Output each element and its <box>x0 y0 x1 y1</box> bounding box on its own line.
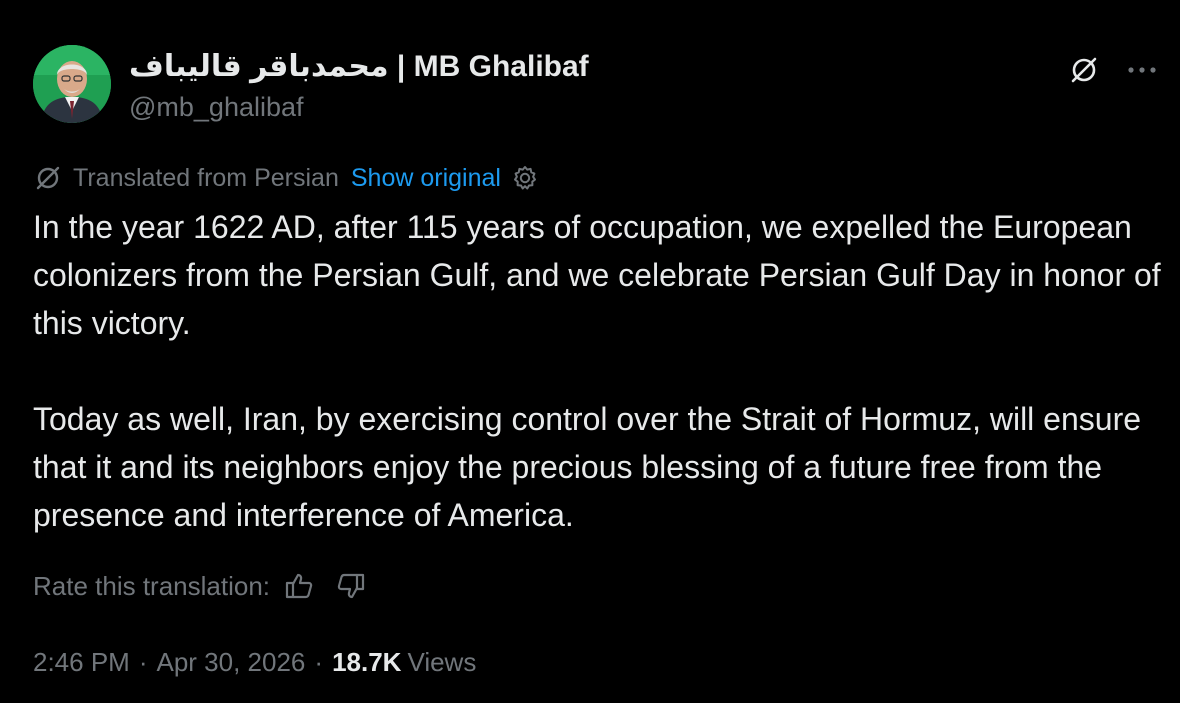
translated-from-label: Translated from Persian <box>73 163 339 192</box>
translate-icon <box>1071 57 1097 83</box>
thumbs-up-button[interactable] <box>284 571 314 601</box>
tweet-text: In the year 1622 AD, after 115 years of … <box>33 203 1173 539</box>
meta-separator: · <box>314 646 324 677</box>
translate-notice-icon <box>33 163 63 193</box>
thumbs-up-icon <box>285 573 313 599</box>
more-options-button[interactable] <box>1121 49 1163 91</box>
thumbs-down-button[interactable] <box>336 571 366 601</box>
rate-translation-label: Rate this translation: <box>33 570 271 601</box>
thumbs-down-icon <box>337 573 365 599</box>
show-original-link[interactable]: Show original <box>351 164 501 193</box>
tweet-header: محمدباقر قالیباف | MB Ghalibaf @mb_ghali… <box>33 45 1163 127</box>
author-handle[interactable]: @mb_ghalibaf <box>129 89 589 125</box>
tweet-date[interactable]: Apr 30, 2026 <box>157 647 306 678</box>
tweet-meta: 2:46 PM · Apr 30, 2026 · 18.7K Views <box>33 642 476 682</box>
views-label: Views <box>407 646 477 677</box>
avatar[interactable] <box>33 45 111 123</box>
portrait-avatar-icon <box>33 45 111 123</box>
tweet-paragraph: In the year 1622 AD, after 115 years of … <box>33 209 1161 341</box>
tweet-paragraph: Today as well, Iran, by exercising contr… <box>33 401 1142 533</box>
more-options-icon <box>1128 67 1156 73</box>
translate-button[interactable] <box>1063 49 1105 91</box>
meta-separator: · <box>138 646 148 677</box>
rate-translation: Rate this translation: <box>33 566 366 606</box>
views-count[interactable]: 18.7K <box>332 647 401 678</box>
author-display-name[interactable]: محمدباقر قالیباف | MB Ghalibaf <box>129 47 589 87</box>
tweet-time[interactable]: 2:46 PM <box>33 647 130 678</box>
translation-notice: Translated from Persian Show original <box>33 160 539 196</box>
header-actions <box>1063 49 1163 91</box>
author-names: محمدباقر قالیباف | MB Ghalibaf @mb_ghali… <box>129 47 589 125</box>
gear-icon[interactable] <box>511 164 539 192</box>
